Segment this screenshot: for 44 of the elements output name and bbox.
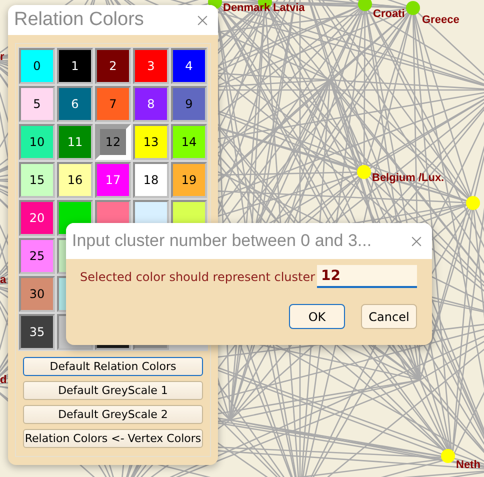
color-swatch[interactable]: 16 <box>57 162 93 198</box>
color-swatch[interactable]: 9 <box>171 86 207 122</box>
node-label: a <box>0 274 6 286</box>
ok-button[interactable]: OK <box>289 304 345 329</box>
color-swatch[interactable]: 35 <box>19 314 55 350</box>
color-swatch[interactable]: 8 <box>133 86 169 122</box>
palette-button[interactable]: Default GreyScale 2 <box>23 405 203 424</box>
palette-button[interactable]: Default GreyScale 1 <box>23 381 203 400</box>
palette-button[interactable]: Default Relation Colors <box>23 357 203 376</box>
color-swatch[interactable]: 6 <box>57 86 93 122</box>
color-swatch[interactable]: 7 <box>95 86 131 122</box>
dialog-title: Input cluster number between 0 and 3... <box>72 231 372 251</box>
color-swatch[interactable]: 0 <box>19 48 55 84</box>
node-label: d <box>0 374 7 386</box>
palette-button[interactable]: Relation Colors <- Vertex Colors <box>23 429 203 448</box>
color-swatch[interactable]: 19 <box>171 162 207 198</box>
window-title: Relation Colors <box>14 9 144 31</box>
prompt-label: Selected color should represent cluster <box>80 270 316 284</box>
node-label: Greece <box>422 14 460 26</box>
color-swatch[interactable]: 4 <box>171 48 207 84</box>
node-label: Belgium /Lux. <box>372 172 444 184</box>
node-label: Croati <box>373 8 405 20</box>
color-swatch[interactable]: 2 <box>95 48 131 84</box>
close-icon[interactable] <box>197 14 208 26</box>
cancel-button[interactable]: Cancel <box>361 304 417 329</box>
color-swatch[interactable]: 25 <box>19 238 55 274</box>
color-swatch[interactable]: 13 <box>133 124 169 160</box>
cluster-input[interactable]: 12 <box>317 265 417 288</box>
node-label: Latvia <box>273 2 305 14</box>
color-swatch[interactable]: 30 <box>19 276 55 312</box>
node-label: Denmark <box>223 2 270 14</box>
color-swatch[interactable]: 10 <box>19 124 55 160</box>
node-label: r <box>0 51 4 63</box>
color-swatch[interactable]: 3 <box>133 48 169 84</box>
color-swatch[interactable]: 1 <box>57 48 93 84</box>
node-label: Neth <box>456 459 480 471</box>
color-swatch[interactable]: 5 <box>19 86 55 122</box>
color-swatch[interactable]: 20 <box>19 200 55 236</box>
color-swatch[interactable]: 18 <box>133 162 169 198</box>
color-swatch[interactable]: 14 <box>171 124 207 160</box>
color-swatch[interactable]: 11 <box>57 124 93 160</box>
color-swatch[interactable]: 15 <box>19 162 55 198</box>
close-icon[interactable] <box>411 236 422 246</box>
color-swatch[interactable]: 12 <box>95 124 131 160</box>
